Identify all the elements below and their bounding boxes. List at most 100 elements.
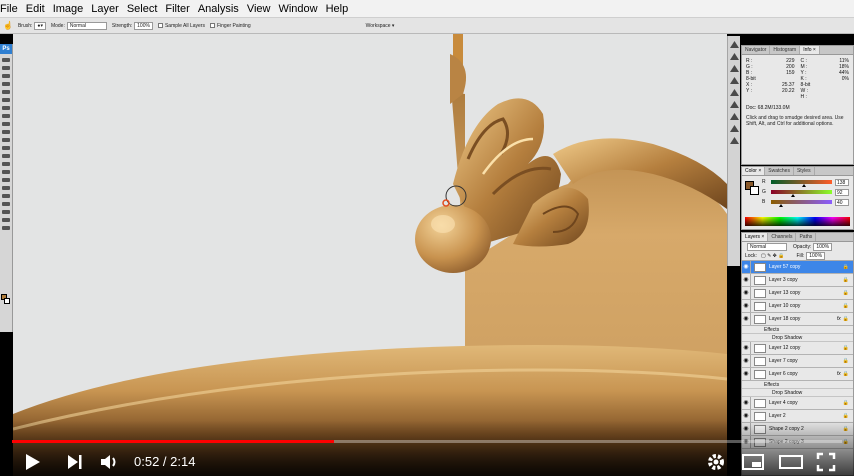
menu-view[interactable]: View — [243, 0, 275, 18]
strength-field[interactable]: 100% — [134, 21, 153, 30]
clone-source-icon[interactable] — [730, 101, 739, 108]
effects-row[interactable]: Effects — [742, 326, 853, 334]
layer-row[interactable]: ◉ Layer 6 copy fx 🔒 — [742, 368, 853, 381]
history-brush-tool-icon[interactable] — [2, 130, 10, 134]
drop-shadow-row[interactable]: Drop Shadow — [742, 334, 853, 342]
layer-name[interactable]: Layer 6 copy — [769, 371, 837, 377]
shape-tool-icon[interactable] — [2, 194, 10, 198]
tab-color[interactable]: Color × — [742, 167, 766, 175]
effects-row[interactable]: Effects — [742, 381, 853, 389]
layer-name[interactable]: Layer 57 copy — [769, 264, 843, 270]
blue-value-field[interactable]: 40 — [835, 198, 849, 206]
green-value-field[interactable]: 92 — [835, 188, 849, 196]
eyedropper-tool-icon[interactable] — [2, 210, 10, 214]
layer-row[interactable]: ◉ Layer 57 copy 🔒 — [742, 261, 853, 274]
hand-tool-icon[interactable] — [2, 218, 10, 222]
layer-name[interactable]: Layer 18 copy — [769, 316, 837, 322]
type-tool-icon[interactable] — [2, 178, 10, 182]
drop-shadow-row[interactable]: Drop Shadow — [742, 389, 853, 397]
marquee-tool-icon[interactable] — [2, 66, 10, 70]
layer-comps-icon[interactable] — [730, 137, 739, 144]
tab-histogram[interactable]: Histogram — [770, 46, 801, 54]
next-icon[interactable] — [66, 452, 84, 472]
brush-picker[interactable]: ●▾ — [34, 21, 46, 30]
healing-brush-tool-icon[interactable] — [2, 106, 10, 110]
smudge-tool-icon[interactable]: ☝ — [3, 21, 13, 30]
fx-icon[interactable]: fx — [837, 316, 841, 322]
zoom-tool-icon[interactable] — [2, 226, 10, 230]
menu-help[interactable]: Help — [322, 0, 353, 18]
layer-row[interactable]: ◉ Layer 13 copy 🔒 — [742, 287, 853, 300]
background-color-swatch[interactable] — [4, 298, 10, 304]
fx-icon[interactable]: fx — [837, 371, 841, 377]
finger-painting-checkbox[interactable] — [209, 23, 215, 28]
menu-image[interactable]: Image — [49, 0, 88, 18]
layer-name[interactable]: Layer 2 — [769, 413, 843, 419]
menu-file[interactable]: File — [0, 0, 22, 18]
dodge-tool-icon[interactable] — [2, 162, 10, 166]
history-icon[interactable] — [730, 53, 739, 60]
notes-tool-icon[interactable] — [2, 202, 10, 206]
tab-swatches[interactable]: Swatches — [765, 167, 794, 175]
blue-slider-marker[interactable] — [778, 204, 783, 207]
red-slider[interactable] — [771, 180, 832, 187]
red-value-field[interactable]: 138 — [835, 178, 849, 186]
tab-info[interactable]: Info × — [800, 46, 820, 54]
magic-wand-tool-icon[interactable] — [2, 82, 10, 86]
color-spectrum[interactable] — [745, 217, 850, 226]
finger-painting-option[interactable]: Finger Painting — [209, 23, 251, 29]
settings-gear-icon[interactable] — [706, 452, 726, 472]
workspace-button[interactable]: Workspace ▾ — [366, 23, 395, 29]
layer-row[interactable]: ◉ Layer 18 copy fx 🔒 — [742, 313, 853, 326]
eye-icon[interactable]: ◉ — [742, 261, 751, 273]
layer-name[interactable]: Layer 10 copy — [769, 303, 843, 309]
tab-navigator[interactable]: Navigator — [742, 46, 771, 54]
eye-icon[interactable]: ◉ — [742, 313, 751, 325]
layer-row[interactable]: ◉ Layer 3 copy 🔒 — [742, 274, 853, 287]
pen-tool-icon[interactable] — [2, 170, 10, 174]
tool-presets-icon[interactable] — [730, 77, 739, 84]
opacity-field[interactable]: 100% — [813, 243, 833, 251]
actions-icon[interactable] — [730, 65, 739, 72]
brush-tool-icon[interactable] — [2, 114, 10, 118]
slice-tool-icon[interactable] — [2, 98, 10, 102]
fill-field[interactable]: 100% — [806, 252, 826, 260]
layer-row[interactable]: ◉ Layer 4 copy 🔒 — [742, 397, 853, 410]
navigator-icon[interactable] — [730, 41, 739, 48]
eye-icon[interactable]: ◉ — [742, 355, 751, 367]
character-icon[interactable] — [730, 113, 739, 120]
mode-select[interactable]: Normal — [66, 21, 107, 30]
menu-filter[interactable]: Filter — [161, 0, 193, 18]
lock-icon[interactable]: ▢ ✎ ✥ 🔒 — [761, 253, 785, 259]
brushes-icon[interactable] — [730, 89, 739, 96]
layer-row[interactable]: ◉ Layer 7 copy 🔒 — [742, 355, 853, 368]
tab-styles[interactable]: Styles — [794, 167, 815, 175]
layer-row[interactable]: ◉ Layer 12 copy 🔒 — [742, 342, 853, 355]
menu-analysis[interactable]: Analysis — [194, 0, 243, 18]
tab-layers[interactable]: Layers × — [742, 233, 769, 241]
volume-icon[interactable] — [99, 452, 119, 472]
eye-icon[interactable]: ◉ — [742, 287, 751, 299]
layer-row[interactable]: ◉ Layer 10 copy 🔒 — [742, 300, 853, 313]
theater-mode-icon[interactable] — [778, 452, 804, 472]
smudge-tool-sidebar-icon[interactable] — [2, 154, 10, 158]
eye-icon[interactable]: ◉ — [742, 368, 751, 380]
layer-name[interactable]: Layer 13 copy — [769, 290, 843, 296]
blend-mode-select[interactable]: Normal — [747, 243, 787, 251]
layer-name[interactable]: Layer 3 copy — [769, 277, 843, 283]
menu-select[interactable]: Select — [123, 0, 162, 18]
play-icon[interactable] — [24, 452, 42, 472]
eye-icon[interactable]: ◉ — [742, 397, 751, 409]
menu-edit[interactable]: Edit — [22, 0, 49, 18]
brush-option[interactable]: Brush: ●▾ — [18, 21, 46, 30]
layer-name[interactable]: Layer 7 copy — [769, 358, 843, 364]
move-tool-icon[interactable] — [2, 58, 10, 62]
menu-layer[interactable]: Layer — [87, 0, 123, 18]
paragraph-icon[interactable] — [730, 125, 739, 132]
tab-paths[interactable]: Paths — [796, 233, 817, 241]
sample-all-layers-option[interactable]: Sample All Layers — [157, 23, 205, 29]
miniplayer-icon[interactable] — [741, 452, 765, 472]
fullscreen-icon[interactable] — [816, 452, 836, 472]
clone-stamp-tool-icon[interactable] — [2, 122, 10, 126]
menu-window[interactable]: Window — [274, 0, 321, 18]
